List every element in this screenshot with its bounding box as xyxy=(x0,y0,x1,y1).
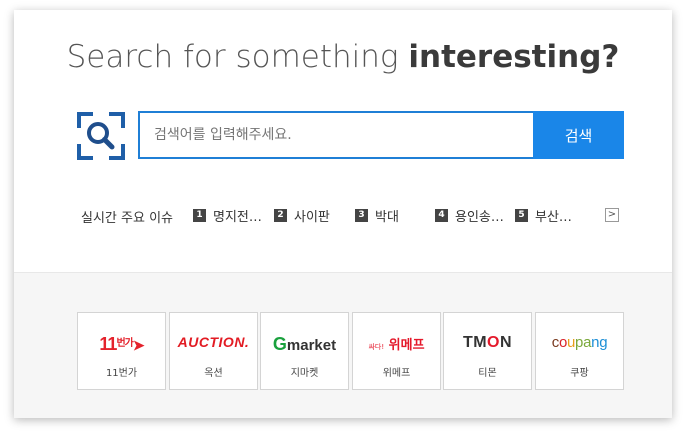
trending-next-button[interactable]: > xyxy=(605,208,619,222)
trending-rank: 5 xyxy=(515,209,528,222)
search-button[interactable]: 검색 xyxy=(533,111,624,159)
trending-text: 사이판 xyxy=(294,210,330,225)
shop-11st[interactable]: 11번가➤ 11번가 xyxy=(77,312,166,390)
shopping-sites-panel: 11번가➤ 11번가 AUCTION. 옥션 Gmarket 지마켓 싸다! 위… xyxy=(14,272,672,418)
shop-auction[interactable]: AUCTION. 옥션 xyxy=(169,312,258,390)
trending-rank: 1 xyxy=(193,209,206,222)
shop-tmon[interactable]: TMON 티몬 xyxy=(443,312,532,390)
trending-text: 용인송… xyxy=(455,210,504,225)
shop-coupang[interactable]: coupang 쿠팡 xyxy=(535,312,624,390)
page-headline: Search for something interesting? xyxy=(14,39,672,75)
trending-text: 부산… xyxy=(535,210,572,225)
trending-item-5[interactable]: 5 부산… xyxy=(515,206,572,225)
auction-logo: AUCTION. xyxy=(177,334,250,350)
trending-item-2[interactable]: 2 사이판 xyxy=(274,206,330,225)
shop-name: 옥션 xyxy=(204,368,223,379)
headline-emphasis: interesting? xyxy=(408,39,620,75)
11st-logo: 11번가➤ xyxy=(99,334,144,354)
trending-text: 명지전… xyxy=(213,210,262,225)
tmon-logo: TMON xyxy=(462,334,513,351)
shop-name: 위메프 xyxy=(382,368,411,379)
wemakeprice-logo: 싸다! 위메프 xyxy=(368,338,425,353)
trending-label: 실시간 주요 이슈 xyxy=(81,211,173,226)
trending-item-4[interactable]: 4 용인송… xyxy=(435,206,504,225)
shop-name: 지마켓 xyxy=(290,368,319,379)
trending-item-3[interactable]: 3 박대 xyxy=(355,206,399,225)
coupang-logo: coupang xyxy=(551,334,608,351)
search-logo-icon xyxy=(77,112,125,160)
trending-rank: 4 xyxy=(435,209,448,222)
shop-gmarket[interactable]: Gmarket 지마켓 xyxy=(260,312,349,390)
headline-prefix: Search for something xyxy=(66,39,409,75)
trending-rank: 2 xyxy=(274,209,287,222)
trending-item-1[interactable]: 1 명지전… xyxy=(193,206,262,225)
search-input[interactable] xyxy=(138,111,533,159)
shop-name: 11번가 xyxy=(105,368,138,379)
trending-rank: 3 xyxy=(355,209,368,222)
shop-name: 쿠팡 xyxy=(570,368,589,379)
trending-text: 박대 xyxy=(375,210,399,225)
gmarket-logo: Gmarket xyxy=(272,334,337,354)
shop-name: 티몬 xyxy=(478,368,497,379)
search-card: Search for something interesting? 검색 실시간… xyxy=(14,10,672,418)
shop-wemakeprice[interactable]: 싸다! 위메프 위메프 xyxy=(352,312,441,390)
